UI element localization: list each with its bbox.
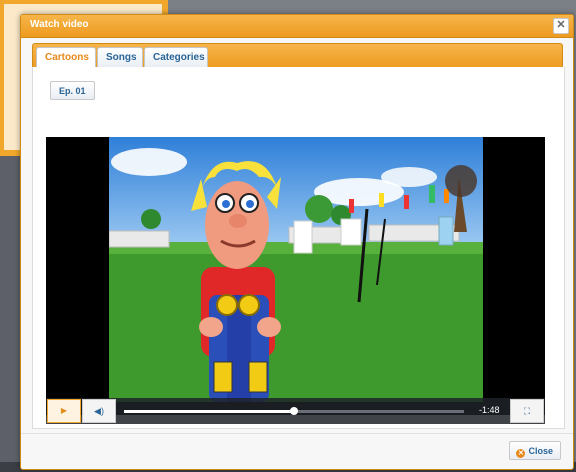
play-icon[interactable]: ▶ [47, 399, 81, 423]
seek-bar[interactable] [124, 407, 464, 415]
tab-content: Ep. 01 ▶ ◀) -1:48 ⛶ [32, 67, 565, 429]
fullscreen-icon[interactable]: ⛶ [510, 399, 544, 423]
tab-cartoons[interactable]: Cartoons [36, 47, 96, 68]
seek-handle[interactable] [290, 407, 298, 415]
tab-songs[interactable]: Songs [97, 47, 143, 68]
background-stripe [0, 156, 20, 472]
close-circle-icon: ✕ [516, 449, 526, 458]
volume-icon[interactable]: ◀) [82, 399, 116, 423]
video-controls: ▶ ◀) -1:48 ⛶ [46, 398, 545, 424]
footer-divider [21, 433, 573, 434]
time-remaining: -1:48 [479, 405, 500, 415]
tab-bar: Cartoons Songs Categories [32, 43, 563, 69]
watch-video-dialog: Watch video ✕ Cartoons Songs Categories … [20, 14, 574, 470]
episode-button[interactable]: Ep. 01 [50, 81, 95, 100]
tab-categories[interactable]: Categories [144, 47, 208, 68]
dialog-title: Watch video [30, 19, 89, 30]
video-frame[interactable] [109, 137, 483, 402]
close-button-label: Close [528, 446, 553, 456]
seek-progress [124, 410, 294, 413]
dialog-titlebar[interactable]: Watch video ✕ [21, 15, 573, 38]
close-x-icon[interactable]: ✕ [553, 18, 569, 34]
video-scene [109, 137, 483, 402]
close-button[interactable]: ✕ Close [509, 441, 561, 460]
video-player[interactable]: ▶ ◀) -1:48 ⛶ [46, 137, 545, 424]
